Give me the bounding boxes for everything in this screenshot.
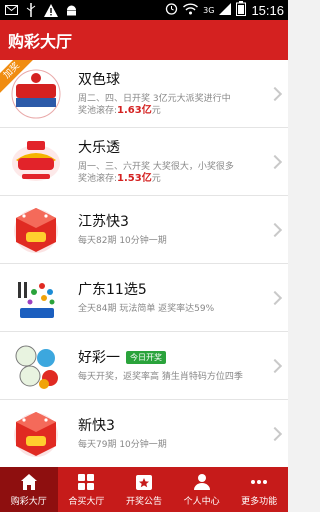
alert-icon: [44, 3, 58, 17]
prize-pool: 奖池滚存:1.53亿元: [78, 172, 161, 184]
nav-label: 购彩大厅: [10, 496, 47, 507]
signal-icon: [219, 2, 232, 18]
home-icon: [20, 473, 37, 490]
battery-icon: [236, 1, 247, 19]
lottery-name: 新快3: [78, 417, 115, 434]
lottery-item-gd11x5[interactable]: 广东11选5 全天84期 玩法简单 返奖率达59%: [0, 264, 288, 332]
lottery-name: 江苏快3: [78, 213, 129, 230]
nav-label: 个人中心: [183, 496, 220, 507]
nav-label: 更多功能: [241, 496, 278, 507]
clock: 15:16: [251, 2, 284, 18]
star-icon: [135, 474, 152, 490]
nav-label: 合买大厅: [68, 496, 105, 507]
nav-lottery-hall[interactable]: 购彩大厅: [0, 467, 58, 512]
lottery-list: 加奖 双色球 周二、四、日开奖 3亿元大派奖进行中 奖池滚存:1.63亿元 大乐…: [0, 60, 288, 467]
nav-label: 开奖公告: [125, 496, 162, 507]
lottery-name: 好彩一: [78, 349, 120, 366]
lottery-desc: 每天79期 10分钟一期: [78, 439, 167, 450]
ssq-logo-icon: [10, 68, 62, 120]
k3-logo-icon: [10, 204, 62, 256]
lottery-desc: 全天84期 玩法简单 返奖率达59%: [78, 303, 215, 314]
lottery-item-hc1[interactable]: 好彩一 今日开奖 每天开奖，返奖率高 猜生肖特码方位四季: [0, 332, 288, 400]
lottery-name-row: 好彩一 今日开奖: [78, 349, 288, 367]
alarm-icon: [165, 2, 178, 18]
mail-icon: [4, 3, 18, 17]
hc1-logo-icon: [10, 340, 62, 392]
lottery-name: 大乐透: [78, 139, 120, 156]
dlt-logo-icon: [10, 136, 62, 188]
nav-draw-results[interactable]: 开奖公告: [115, 467, 173, 512]
lottery-item-xk3[interactable]: 新快3 每天79期 10分钟一期: [0, 400, 288, 467]
today-draw-badge: 今日开奖: [126, 351, 166, 364]
lottery-desc: 周二、四、日开奖 3亿元大派奖进行中: [78, 93, 231, 104]
lottery-name: 双色球: [78, 71, 120, 88]
prize-pool-amount: 1.53亿: [117, 172, 152, 184]
bottom-nav: 购彩大厅 合买大厅 开奖公告 个人中心 更多功能: [0, 467, 288, 512]
wifi-icon: [183, 2, 199, 18]
more-icon: [251, 479, 268, 484]
lottery-name: 广东11选5: [78, 281, 147, 298]
lottery-desc: 周一、三、六开奖 大奖很大，小奖很多: [78, 161, 234, 172]
person-icon: [193, 473, 210, 490]
grid-icon: [78, 473, 95, 490]
android-icon: [64, 3, 78, 17]
lottery-desc: 每天开奖，返奖率高 猜生肖特码方位四季: [78, 371, 243, 382]
header: 购彩大厅: [0, 20, 288, 60]
page-title: 购彩大厅: [8, 32, 73, 51]
usb-icon: [24, 3, 38, 17]
lottery-item-dlt[interactable]: 大乐透 周一、三、六开奖 大奖很大，小奖很多 奖池滚存:1.53亿元: [0, 128, 288, 196]
nav-more[interactable]: 更多功能: [230, 467, 288, 512]
prize-pool-amount: 1.63亿: [117, 104, 152, 116]
lottery-desc: 每天82期 10分钟一期: [78, 235, 167, 246]
lottery-item-ssq[interactable]: 加奖 双色球 周二、四、日开奖 3亿元大派奖进行中 奖池滚存:1.63亿元: [0, 60, 288, 128]
11x5-logo-icon: [10, 272, 62, 324]
status-bar: 3G 15:16: [0, 0, 288, 20]
lottery-item-jsk3[interactable]: 江苏快3 每天82期 10分钟一期: [0, 196, 288, 264]
xk3-logo-icon: [10, 408, 62, 460]
nav-group-buy[interactable]: 合买大厅: [58, 467, 116, 512]
prize-pool: 奖池滚存:1.63亿元: [78, 104, 161, 116]
network-label: 3G: [203, 5, 215, 15]
nav-user-center[interactable]: 个人中心: [173, 467, 231, 512]
